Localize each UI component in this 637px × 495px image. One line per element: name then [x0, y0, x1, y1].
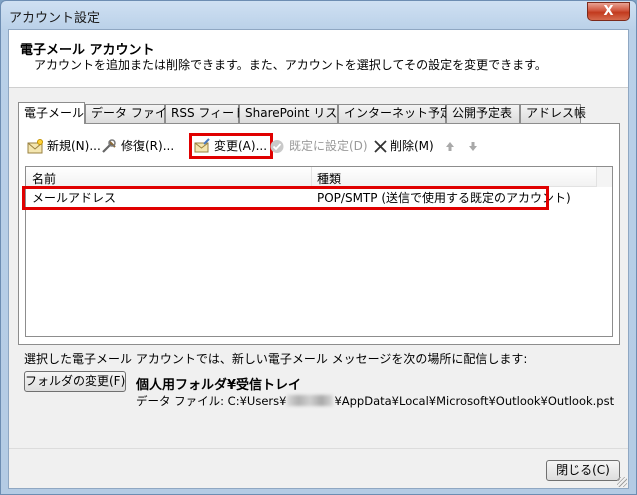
tab-rss-feeds[interactable]: RSS フィード [165, 104, 246, 123]
data-file-path: データ ファイル: C:¥Users¥ ¥AppData¥Local¥Micros… [136, 393, 614, 409]
selected-row-highlight [22, 186, 549, 210]
tab-published-calendars[interactable]: 公開予定表 [446, 104, 520, 123]
header-filler [596, 167, 612, 187]
account-list[interactable]: 名前 種類 メールアドレス POP/SMTP (送信で使用する既定のアカウント) [22, 166, 613, 337]
window-title: アカウント設定 [9, 11, 101, 26]
change-account-label: 変更(A)... [214, 139, 268, 153]
tab-address-books[interactable]: アドレス帳 [520, 104, 586, 123]
tab-email[interactable]: 電子メール [18, 102, 85, 124]
account-toolbar: 新規(N)... 修復(R)... 変更(A)... 既定に設定(D) 削除(M… [25, 133, 615, 159]
delete-account-button[interactable]: 削除(M) [373, 136, 434, 158]
delete-account-label: 削除(M) [390, 139, 434, 153]
set-default-button[interactable]: 既定に設定(D) [269, 136, 368, 158]
tab-internet-calendars[interactable]: インターネット予定表 [338, 104, 464, 123]
arrow-down-icon [469, 142, 477, 151]
data-file-prefix: データ ファイル: C:¥Users¥ [136, 394, 287, 408]
delivery-description: 選択した電子メール アカウントでは、新しい電子メール メッセージを次の場所に配信… [24, 352, 528, 366]
tab-sharepoint-lists[interactable]: SharePoint リスト [239, 104, 349, 123]
footer-divider [9, 448, 628, 449]
list-header: 名前 種類 [26, 167, 612, 187]
new-account-button[interactable]: 新規(N)... [27, 136, 101, 158]
change-mail-icon [194, 138, 210, 153]
header-panel: 電子メール アカウント アカウントを追加または削除できます。また、アカウントを選… [9, 30, 628, 88]
dialog-client-area: 電子メール アカウント アカウントを追加または削除できます。また、アカウントを選… [8, 29, 629, 489]
column-header-name[interactable]: 名前 [32, 170, 56, 187]
window-close-button[interactable]: X [587, 2, 630, 21]
account-settings-window: アカウント設定 X 電子メール アカウント アカウントを追加または削除できます。… [0, 0, 637, 495]
change-account-button[interactable]: 変更(A)... [189, 133, 274, 159]
change-folder-button[interactable]: フォルダの変更(F) [24, 371, 126, 392]
move-down-button[interactable] [468, 136, 480, 158]
resize-grip[interactable] [617, 477, 627, 487]
data-file-suffix: ¥AppData¥Local¥Microsoft¥Outlook¥Outlook… [334, 394, 615, 408]
header-description: アカウントを追加または削除できます。また、アカウントを選択してその設定を変更でき… [34, 58, 547, 72]
delete-x-icon [374, 140, 387, 153]
column-divider[interactable] [311, 167, 312, 187]
set-default-label: 既定に設定(D) [289, 139, 368, 153]
arrow-up-icon [446, 142, 454, 151]
close-dialog-button[interactable]: 閉じる(C) [546, 460, 620, 481]
repair-tools-icon [102, 139, 116, 153]
checkmark-circle-icon [270, 140, 284, 153]
repair-account-label: 修復(R)... [121, 139, 175, 153]
column-header-type[interactable]: 種類 [317, 170, 341, 187]
delivery-folder-path: 個人用フォルダ¥受信トレイ [136, 378, 302, 393]
redacted-username [287, 395, 334, 406]
new-account-label: 新規(N)... [47, 139, 101, 153]
new-mail-icon [27, 139, 43, 154]
tab-data-files[interactable]: データ ファイル [85, 104, 179, 123]
repair-account-button[interactable]: 修復(R)... [101, 136, 174, 158]
move-up-button[interactable] [445, 136, 457, 158]
email-tab-panel: 新規(N)... 修復(R)... 変更(A)... 既定に設定(D) 削除(M… [18, 123, 620, 345]
title-bar[interactable]: アカウント設定 X [1, 1, 636, 29]
